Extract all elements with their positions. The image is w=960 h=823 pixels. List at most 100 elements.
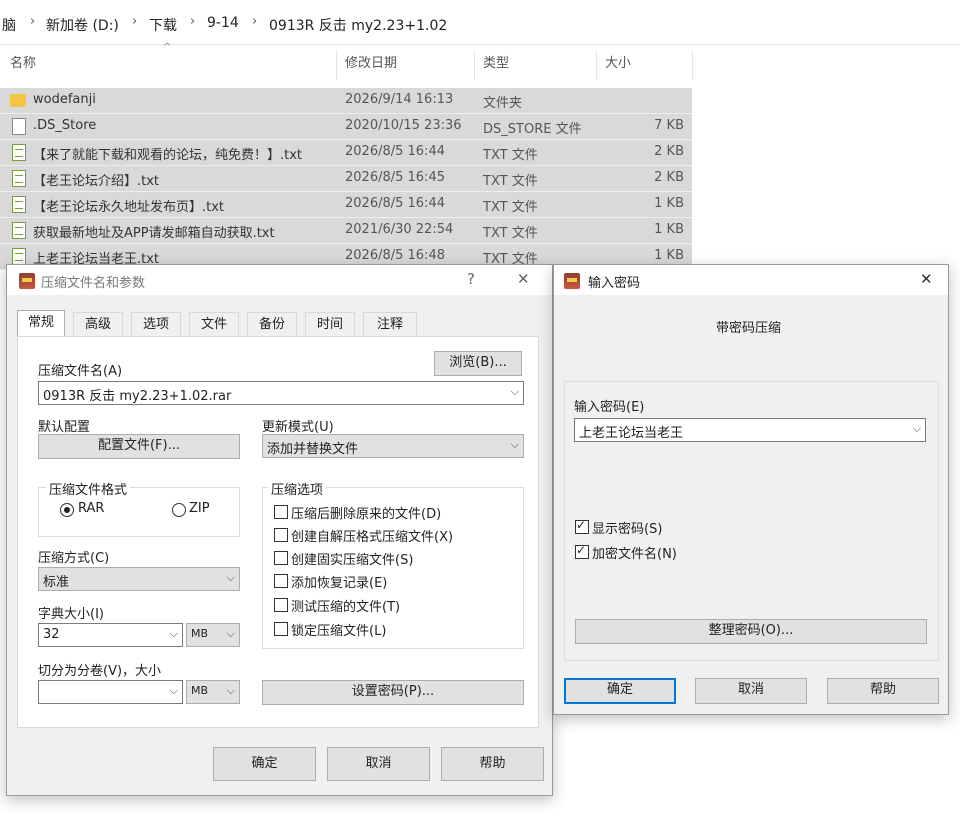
ok-button[interactable]: 确定 bbox=[213, 747, 316, 781]
file-row[interactable]: wodefanji 2026/9/14 16:13 文件夹 bbox=[0, 88, 692, 114]
file-date: 2026/8/5 16:45 bbox=[345, 170, 445, 185]
close-icon[interactable]: ✕ bbox=[517, 270, 530, 288]
file-row[interactable]: 获取最新地址及APP请发邮箱自动获取.txt 2021/6/30 22:54 T… bbox=[0, 218, 692, 244]
format-zip-radio[interactable] bbox=[172, 503, 186, 517]
update-mode-select[interactable]: 添加并替换文件 ⌵ bbox=[262, 434, 524, 458]
ok-button[interactable]: 确定 bbox=[564, 678, 676, 704]
chevron-down-icon[interactable]: ⌵ bbox=[511, 438, 519, 452]
close-icon[interactable]: ✕ bbox=[920, 270, 933, 288]
file-type: TXT 文件 bbox=[483, 148, 538, 163]
split-volumes-label: 切分为分卷(V)，大小 bbox=[38, 664, 162, 679]
password-dialog-titlebar[interactable]: 输入密码 ✕ bbox=[554, 265, 948, 295]
tab-options[interactable]: 选项 bbox=[131, 312, 181, 337]
encrypt-filenames-label[interactable]: 加密文件名(N) bbox=[592, 543, 677, 562]
column-divider[interactable] bbox=[596, 50, 597, 80]
archive-name-combo[interactable]: 0913R 反击 my2.23+1.02.rar ⌵ bbox=[38, 381, 524, 405]
address-bar[interactable]: 脑 › 新加卷 (D:) › 下载 › 9-14 › 0913R 反击 my2.… bbox=[0, 0, 960, 45]
file-date: 2026/8/5 16:44 bbox=[345, 196, 445, 211]
compression-method-value: 标准 bbox=[43, 575, 70, 590]
tab-backup[interactable]: 备份 bbox=[247, 312, 297, 337]
password-combo[interactable]: 上老王论坛当老王 ⌵ bbox=[574, 418, 926, 442]
txt-file-icon bbox=[12, 144, 26, 161]
column-header-date[interactable]: 修改日期 bbox=[345, 52, 397, 78]
chevron-down-icon[interactable]: ⌵ bbox=[227, 571, 235, 585]
file-row[interactable]: 【老王论坛永久地址发布页】.txt 2026/8/5 16:44 TXT 文件 … bbox=[0, 192, 692, 218]
delete-after-label[interactable]: 压缩后删除原来的文件(D) bbox=[291, 503, 441, 522]
tab-time[interactable]: 时间 bbox=[305, 312, 355, 337]
solid-label[interactable]: 创建固实压缩文件(S) bbox=[291, 549, 413, 568]
encrypt-filenames-checkbox[interactable] bbox=[575, 543, 589, 559]
lock-archive-label[interactable]: 锁定压缩文件(L) bbox=[291, 620, 386, 639]
breadcrumb-folder-9-14[interactable]: 9-14 bbox=[207, 15, 239, 31]
breadcrumb-downloads[interactable]: 下载 bbox=[149, 15, 177, 35]
file-row[interactable]: .DS_Store 2020/10/15 23:36 DS_STORE 文件 7… bbox=[0, 114, 692, 140]
archive-name-value: 0913R 反击 my2.23+1.02.rar bbox=[43, 389, 232, 404]
recovery-record-checkbox[interactable] bbox=[274, 574, 288, 588]
test-archived-checkbox[interactable] bbox=[274, 598, 288, 612]
compression-method-select[interactable]: 标准 ⌵ bbox=[38, 567, 240, 591]
breadcrumb-drive[interactable]: 新加卷 (D:) bbox=[46, 15, 119, 35]
delete-after-checkbox[interactable] bbox=[274, 505, 288, 519]
column-header-type[interactable]: 类型 bbox=[483, 52, 509, 78]
solid-checkbox[interactable] bbox=[274, 551, 288, 565]
cancel-button[interactable]: 取消 bbox=[327, 747, 430, 781]
split-unit-select[interactable]: MB ⌵ bbox=[186, 680, 240, 704]
file-row[interactable]: 【来了就能下载和观看的论坛，纯免费！】.txt 2026/8/5 16:44 T… bbox=[0, 140, 692, 166]
file-date: 2021/6/30 22:54 bbox=[345, 222, 454, 237]
chevron-down-icon[interactable]: ⌵ bbox=[227, 684, 235, 698]
format-zip-label[interactable]: ZIP bbox=[189, 501, 210, 516]
sfx-label[interactable]: 创建自解压格式压缩文件(X) bbox=[291, 526, 453, 545]
help-button[interactable]: 帮助 bbox=[827, 678, 939, 704]
show-password-checkbox[interactable] bbox=[575, 518, 589, 534]
chevron-down-icon[interactable]: ⌵ bbox=[511, 385, 519, 399]
column-header-size[interactable]: 大小 bbox=[605, 52, 631, 78]
dictionary-size-combo[interactable]: 32 ⌵ bbox=[38, 623, 183, 647]
chevron-down-icon[interactable]: ⌵ bbox=[170, 627, 178, 641]
file-type: TXT 文件 bbox=[483, 200, 538, 215]
split-volumes-combo[interactable]: ⌵ bbox=[38, 680, 183, 704]
column-divider[interactable] bbox=[474, 50, 475, 80]
test-archived-label[interactable]: 测试压缩的文件(T) bbox=[291, 596, 400, 615]
tab-advanced[interactable]: 高级 bbox=[73, 312, 123, 337]
column-divider[interactable] bbox=[336, 50, 337, 80]
chevron-down-icon[interactable]: ⌵ bbox=[227, 627, 235, 641]
file-date: 2026/8/5 16:44 bbox=[345, 144, 445, 159]
chevron-down-icon[interactable]: ⌵ bbox=[913, 422, 921, 436]
file-row[interactable]: 【老王论坛介绍】.txt 2026/8/5 16:45 TXT 文件 2 KB bbox=[0, 166, 692, 192]
tab-files[interactable]: 文件 bbox=[189, 312, 239, 337]
archive-name-label: 压缩文件名(A) bbox=[38, 364, 123, 379]
tab-general[interactable]: 常规 bbox=[17, 310, 65, 337]
help-button[interactable]: 帮助 bbox=[441, 747, 544, 781]
file-size: 2 KB bbox=[654, 144, 684, 159]
sfx-checkbox[interactable] bbox=[274, 528, 288, 542]
file-type: TXT 文件 bbox=[483, 226, 538, 241]
archive-format-label: 压缩文件格式 bbox=[46, 479, 131, 498]
column-header-name[interactable]: 名称 bbox=[10, 52, 36, 78]
format-rar-label[interactable]: RAR bbox=[78, 501, 104, 516]
file-date: 2026/9/14 16:13 bbox=[345, 92, 454, 107]
password-dialog-title: 输入密码 bbox=[588, 276, 641, 291]
recovery-record-label[interactable]: 添加恢复记录(E) bbox=[291, 572, 387, 591]
show-password-label[interactable]: 显示密码(S) bbox=[592, 518, 662, 537]
split-unit-value: MB bbox=[191, 684, 209, 697]
file-date: 2026/8/5 16:48 bbox=[345, 248, 445, 263]
chevron-down-icon[interactable]: ⌵ bbox=[170, 684, 178, 698]
update-mode-label: 更新模式(U) bbox=[262, 420, 334, 435]
format-rar-radio[interactable] bbox=[60, 503, 74, 517]
help-icon[interactable]: ? bbox=[467, 270, 475, 288]
set-password-button[interactable]: 设置密码(P)... bbox=[262, 680, 524, 705]
breadcrumb-chevron-icon: › bbox=[252, 14, 258, 29]
file-size: 2 KB bbox=[654, 170, 684, 185]
dialog-titlebar[interactable]: 压缩文件名和参数 ? ✕ bbox=[7, 265, 552, 295]
cancel-button[interactable]: 取消 bbox=[695, 678, 807, 704]
lock-archive-checkbox[interactable] bbox=[274, 622, 288, 636]
breadcrumb-this-pc[interactable]: 脑 bbox=[2, 15, 16, 35]
breadcrumb-current-folder[interactable]: 0913R 反击 my2.23+1.02 bbox=[269, 15, 447, 35]
tab-comment[interactable]: 注释 bbox=[363, 312, 417, 337]
dictionary-size-value: 32 bbox=[43, 627, 60, 642]
dictionary-unit-select[interactable]: MB ⌵ bbox=[186, 623, 240, 647]
organize-passwords-button[interactable]: 整理密码(O)... bbox=[575, 619, 927, 644]
profiles-button[interactable]: 配置文件(F)... bbox=[38, 434, 240, 459]
column-divider[interactable] bbox=[692, 50, 693, 80]
browse-button[interactable]: 浏览(B)... bbox=[434, 351, 522, 376]
